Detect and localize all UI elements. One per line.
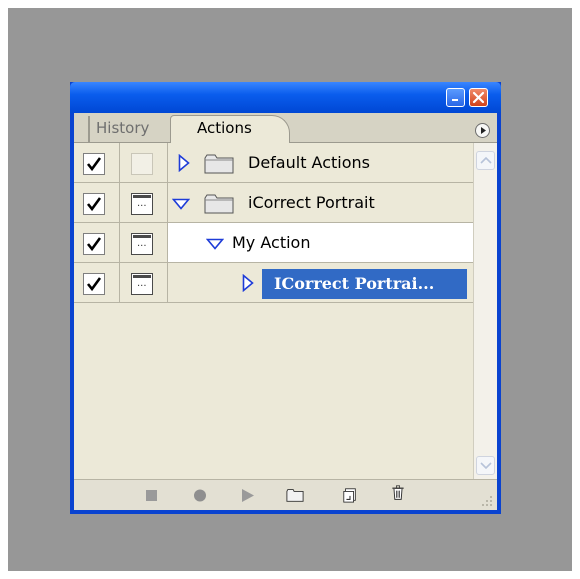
scroll-up-button[interactable] <box>476 151 495 170</box>
item-name-cell[interactable]: ICorrect Portrai... <box>168 263 473 303</box>
folder-icon <box>204 194 234 214</box>
checkmark-icon <box>86 157 102 172</box>
new-set-icon[interactable] <box>286 487 304 503</box>
toggle-item-cell[interactable] <box>74 143 120 183</box>
resize-grip-icon[interactable] <box>478 492 494 508</box>
toggle-dialog-cell[interactable] <box>120 143 168 183</box>
tab-strip: History Actions <box>74 113 497 144</box>
dialog-toggle-icon[interactable] <box>131 233 153 255</box>
list-item[interactable]: My Action <box>74 223 473 263</box>
item-name-cell[interactable]: Default Actions <box>168 143 473 183</box>
toggle-item-cell[interactable] <box>74 223 120 263</box>
title-bar[interactable] <box>70 82 501 113</box>
list-item[interactable]: ICorrect Portrai... <box>74 263 473 303</box>
trash-icon[interactable] <box>389 485 407 501</box>
close-icon <box>472 91 485 104</box>
chevron-down-icon <box>480 462 492 469</box>
new-action-icon[interactable] <box>341 487 359 503</box>
bottom-toolbar <box>74 479 497 510</box>
menu-arrow-icon <box>481 127 486 134</box>
toggle-item-checkbox[interactable] <box>83 193 105 215</box>
palette-menu-button[interactable] <box>475 123 490 138</box>
stop-icon[interactable] <box>143 487 161 503</box>
toggle-item-cell[interactable] <box>74 263 120 303</box>
list-item[interactable]: iCorrect Portrait <box>74 183 473 223</box>
toggle-item-checkbox[interactable] <box>83 233 105 255</box>
toggle-item-cell[interactable] <box>74 183 120 223</box>
palette-body: History Actions Default Actions ... iCor… <box>74 113 497 510</box>
dialog-toggle-empty[interactable] <box>131 153 153 175</box>
triangle-right-icon[interactable] <box>178 154 190 172</box>
selected-step-highlight[interactable]: ICorrect Portrai... <box>262 269 467 299</box>
minimize-button[interactable] <box>446 88 465 107</box>
set-name-label: iCorrect Portrait <box>248 193 375 212</box>
scroll-down-button[interactable] <box>476 456 495 475</box>
close-button[interactable] <box>469 88 488 107</box>
checkmark-icon <box>86 237 102 252</box>
folder-icon <box>204 154 234 174</box>
triangle-right-icon[interactable] <box>242 274 254 292</box>
toggle-item-checkbox[interactable] <box>83 273 105 295</box>
set-name-label: Default Actions <box>248 153 370 172</box>
play-icon[interactable] <box>239 487 257 503</box>
action-name-label: My Action <box>232 233 311 252</box>
toggle-item-checkbox[interactable] <box>83 153 105 175</box>
item-name-cell[interactable]: iCorrect Portrait <box>168 183 473 223</box>
step-name-label: ICorrect Portrai... <box>274 274 435 293</box>
list-item[interactable]: Default Actions <box>74 143 473 183</box>
triangle-down-icon[interactable] <box>206 238 224 250</box>
actions-list: Default Actions ... iCorrect Portrait ..… <box>74 143 473 479</box>
tab-history[interactable]: History <box>88 116 168 143</box>
vertical-scrollbar[interactable] <box>473 143 497 479</box>
actions-palette-window: History Actions Default Actions ... iCor… <box>70 82 501 514</box>
triangle-down-icon[interactable] <box>172 198 190 210</box>
item-name-cell[interactable]: My Action <box>168 223 473 263</box>
chevron-up-icon <box>480 157 492 164</box>
toggle-dialog-cell[interactable] <box>120 263 168 303</box>
tab-actions[interactable]: Actions <box>170 115 290 144</box>
toggle-dialog-cell[interactable] <box>120 183 168 223</box>
checkmark-icon <box>86 197 102 212</box>
dialog-toggle-icon[interactable] <box>131 273 153 295</box>
checkmark-icon <box>86 277 102 292</box>
record-icon[interactable] <box>191 487 209 503</box>
dialog-toggle-icon[interactable] <box>131 193 153 215</box>
toggle-dialog-cell[interactable] <box>120 223 168 263</box>
